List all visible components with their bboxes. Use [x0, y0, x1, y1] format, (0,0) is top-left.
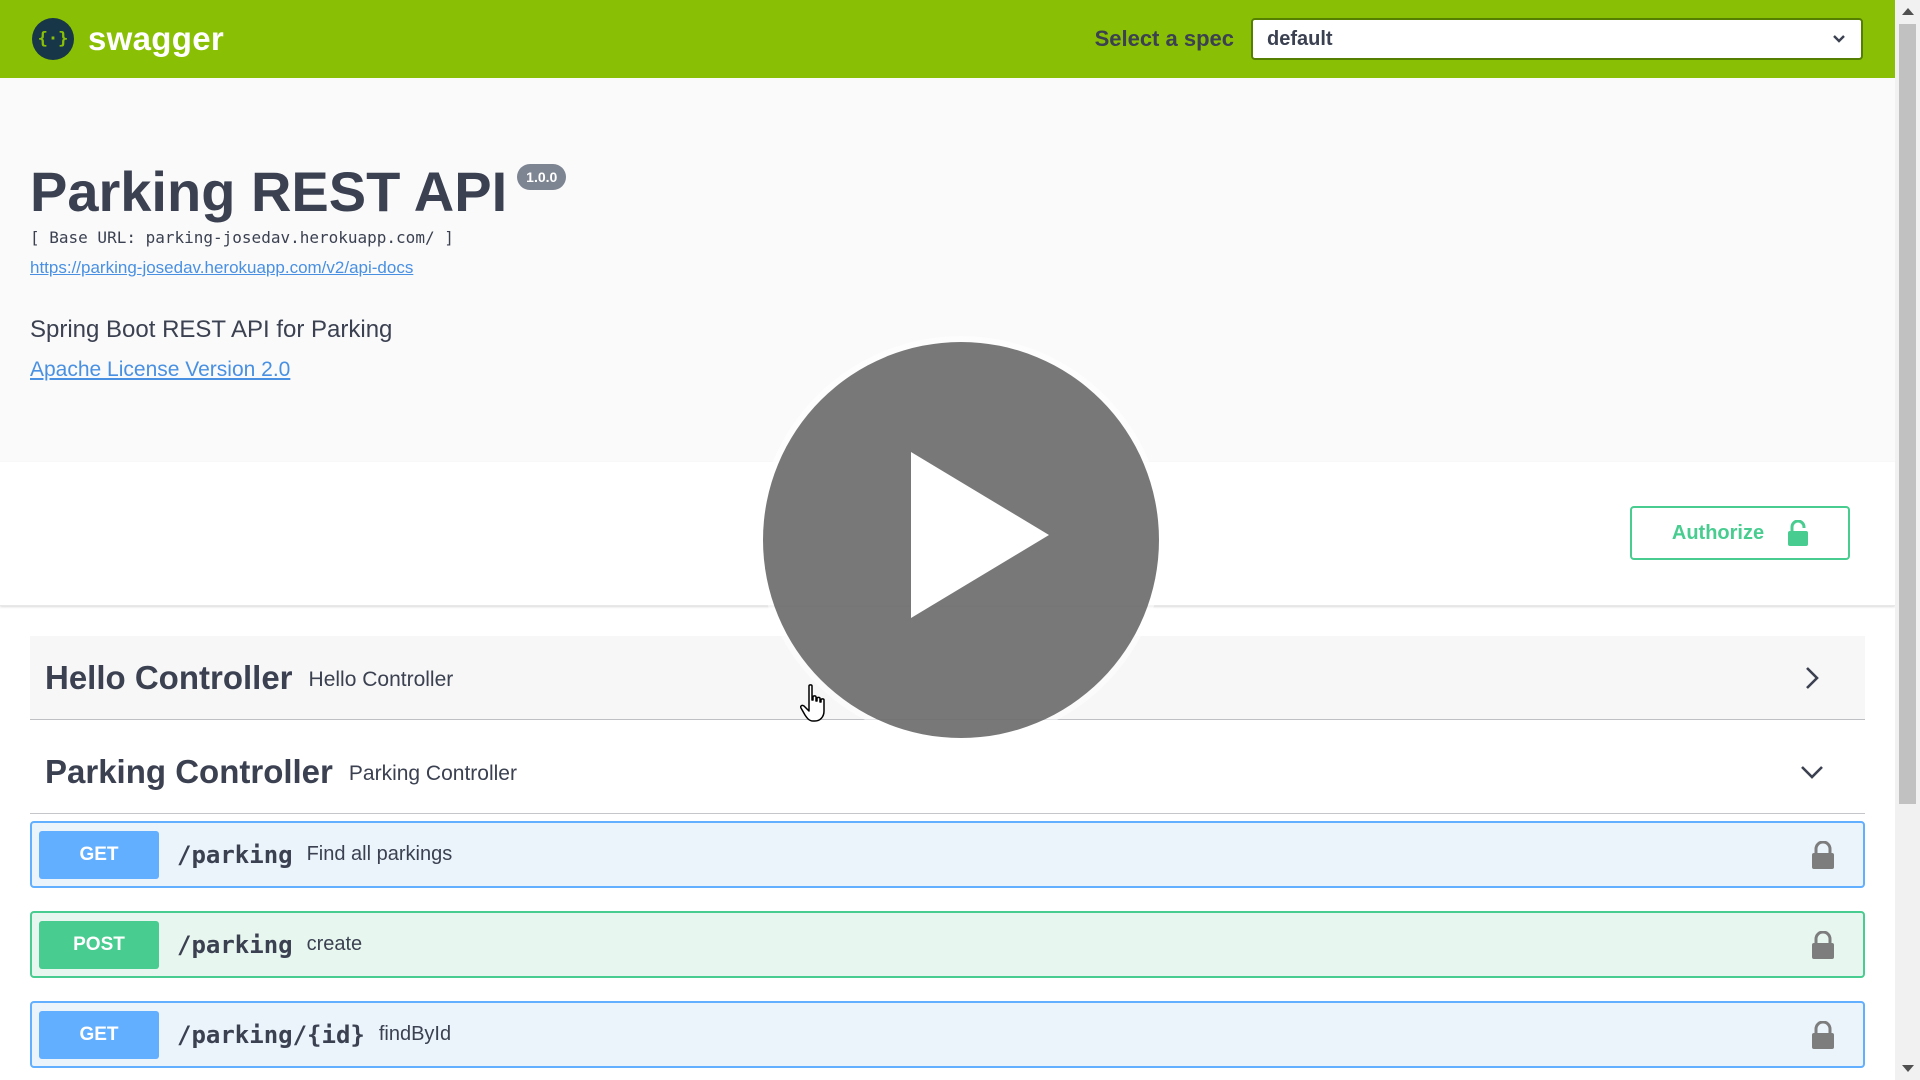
scrollbar-thumb[interactable]: [1899, 24, 1916, 804]
spec-label: Select a spec: [1094, 26, 1234, 51]
spec-select-value: default: [1267, 27, 1333, 50]
swagger-logo-icon: {·}: [32, 18, 74, 60]
operation-post-parking[interactable]: POST /parking create: [30, 911, 1865, 978]
scroll-down-arrow-icon[interactable]: [1902, 1065, 1914, 1072]
tag-parking-controller[interactable]: Parking Controller Parking Controller: [30, 730, 1865, 814]
spec-select[interactable]: default: [1251, 18, 1863, 60]
title-row: Parking REST API 1.0.0: [30, 160, 567, 224]
chevron-down-icon: [1833, 35, 1845, 43]
tag-name: Hello Controller: [45, 658, 293, 696]
operation-get-parking[interactable]: GET /parking Find all parkings: [30, 821, 1865, 888]
version-badge: 1.0.0: [517, 164, 567, 190]
lock-icon[interactable]: [1811, 840, 1835, 869]
operation-path: /parking/{id}: [177, 1020, 365, 1049]
spec-selector: Select a spec default: [1095, 18, 1863, 60]
method-badge: GET: [39, 830, 159, 879]
lock-icon[interactable]: [1811, 1020, 1835, 1049]
chevron-down-icon[interactable]: [1799, 759, 1825, 785]
lock-open-icon: [1788, 520, 1809, 546]
operation-summary: Find all parkings: [306, 843, 453, 865]
operation-path: /parking: [177, 840, 293, 869]
lock-icon[interactable]: [1811, 930, 1835, 959]
api-description: Spring Boot REST API for Parking: [30, 316, 393, 343]
license-link[interactable]: Apache License Version 2.0: [30, 358, 290, 382]
swagger-logo[interactable]: {·} swagger: [32, 18, 224, 60]
play-icon: [911, 452, 1049, 618]
api-title: Parking REST API: [30, 160, 508, 223]
hand-pointer-cursor-icon: [800, 684, 825, 722]
authorize-label: Authorize: [1671, 521, 1765, 544]
top-bar: {·} swagger Select a spec default: [0, 0, 1895, 78]
method-badge: GET: [39, 1010, 159, 1059]
tag-description: Parking Controller: [348, 761, 517, 785]
tag-description: Hello Controller: [308, 667, 454, 691]
logo-text: swagger: [88, 20, 224, 57]
scroll-up-arrow-icon[interactable]: [1902, 8, 1914, 15]
base-url: [ Base URL: parking-josedav.herokuapp.co…: [30, 228, 454, 247]
operation-summary: findById: [378, 1023, 452, 1045]
method-badge: POST: [39, 920, 159, 969]
vertical-scrollbar[interactable]: [1895, 0, 1920, 1080]
operation-path: /parking: [177, 930, 293, 959]
tag-name: Parking Controller: [45, 752, 333, 790]
chevron-right-icon[interactable]: [1799, 665, 1825, 691]
authorize-button[interactable]: Authorize: [1630, 506, 1850, 560]
swagger-ui-page: {·} swagger Select a spec default Parkin…: [0, 0, 1920, 1080]
operation-summary: create: [306, 933, 363, 955]
api-docs-link[interactable]: https://parking-josedav.herokuapp.com/v2…: [30, 258, 413, 278]
video-play-button[interactable]: [763, 342, 1159, 738]
operation-get-parking-by-id[interactable]: GET /parking/{id} findById: [30, 1001, 1865, 1068]
